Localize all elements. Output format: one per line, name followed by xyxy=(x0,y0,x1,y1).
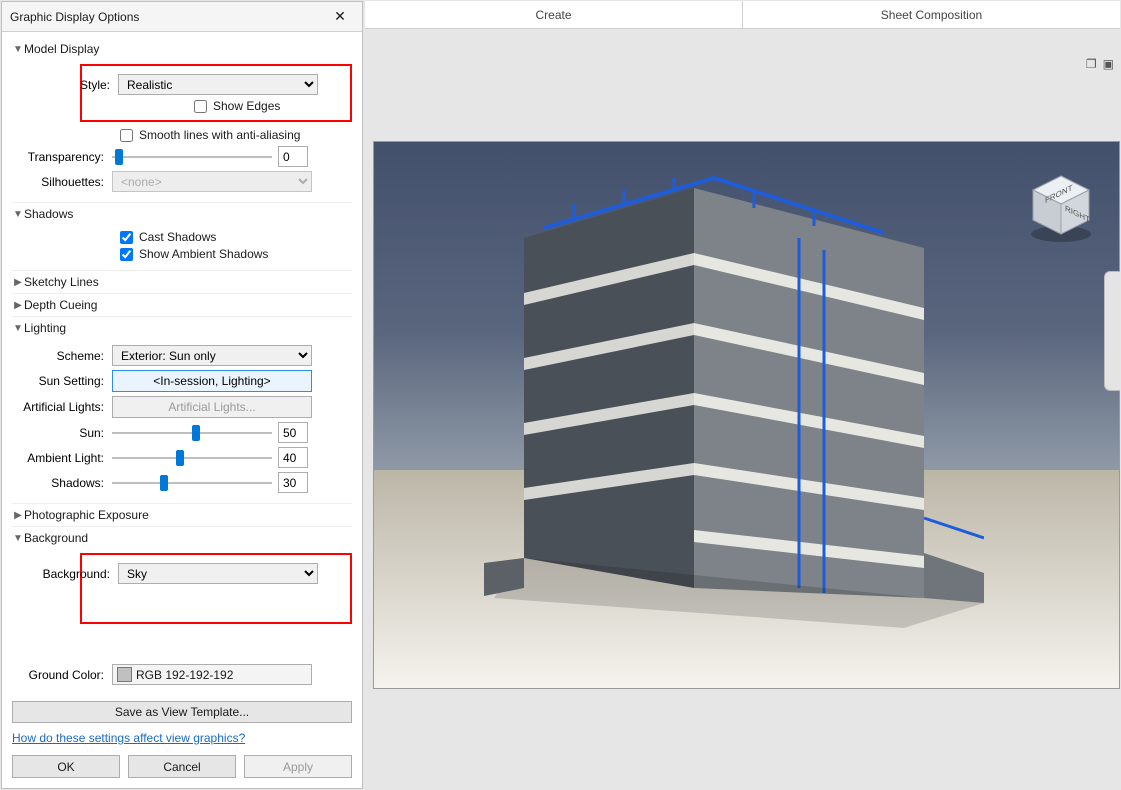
graphic-display-options-dialog: Graphic Display Options ✕ ▼ Model Displa… xyxy=(1,1,363,789)
section-title-background: Background xyxy=(24,531,88,545)
ground-color-swatch-button[interactable]: RGB 192-192-192 xyxy=(112,664,312,685)
shadows-intensity-label: Shadows: xyxy=(12,476,112,490)
section-body-model-display: Style: Realistic Show Edges Smooth lines… xyxy=(12,60,352,202)
chevron-right-icon: ▶ xyxy=(12,300,24,311)
smooth-lines-label: Smooth lines with anti-aliasing xyxy=(139,128,300,142)
section-title-sketchy-lines: Sketchy Lines xyxy=(24,275,99,289)
dialog-body: ▼ Model Display Style: Realistic Show Ed… xyxy=(2,32,362,745)
shadows-intensity-slider[interactable] xyxy=(112,475,272,491)
section-title-lighting: Lighting xyxy=(24,321,66,335)
artificial-lights-label: Artificial Lights: xyxy=(12,400,112,414)
side-toolbar[interactable] xyxy=(1104,271,1120,391)
ground-color-value: RGB 192-192-192 xyxy=(136,668,233,682)
scheme-label: Scheme: xyxy=(12,349,112,363)
dialog-titlebar: Graphic Display Options ✕ xyxy=(2,2,362,32)
section-header-lighting[interactable]: ▼ Lighting xyxy=(12,316,352,339)
ribbon-tabs: Create Sheet Composition xyxy=(365,1,1120,29)
3d-viewport[interactable]: FRONT RIGHT xyxy=(373,141,1120,689)
silhouettes-select: <none> xyxy=(112,171,312,192)
section-body-background: Background: Sky Ground Color: RGB 192-19… xyxy=(12,549,352,695)
section-header-shadows[interactable]: ▼ Shadows xyxy=(12,202,352,225)
tab-create[interactable]: Create xyxy=(365,1,743,28)
section-header-model-display[interactable]: ▼ Model Display xyxy=(12,38,352,60)
transparency-label: Transparency: xyxy=(12,150,112,164)
section-header-photo-exposure[interactable]: ▶ Photographic Exposure xyxy=(12,503,352,526)
chevron-down-icon: ▼ xyxy=(12,209,24,220)
section-body-shadows: Cast Shadows Show Ambient Shadows xyxy=(12,225,352,270)
highlight-background-box: Background: Sky xyxy=(80,553,352,624)
section-title-depth-cueing: Depth Cueing xyxy=(24,298,97,312)
ambient-light-value[interactable] xyxy=(278,447,308,468)
section-header-depth-cueing[interactable]: ▶ Depth Cueing xyxy=(12,293,352,316)
dialog-footer: OK Cancel Apply xyxy=(2,745,362,788)
apply-button: Apply xyxy=(244,755,352,778)
ground-color-swatch-icon xyxy=(117,667,132,682)
section-body-lighting: Scheme: Exterior: Sun only Sun Setting: … xyxy=(12,339,352,503)
shadows-intensity-value[interactable] xyxy=(278,472,308,493)
ambient-light-label: Ambient Light: xyxy=(12,451,112,465)
section-header-background[interactable]: ▼ Background xyxy=(12,526,352,549)
dialog-title: Graphic Display Options xyxy=(10,10,326,24)
tab-sheet-composition[interactable]: Sheet Composition xyxy=(743,1,1120,28)
cascade-icon[interactable]: ▣ xyxy=(1103,57,1114,71)
section-header-sketchy-lines[interactable]: ▶ Sketchy Lines xyxy=(12,270,352,293)
highlight-style-box: Style: Realistic Show Edges xyxy=(80,64,352,122)
building-model xyxy=(484,158,984,628)
section-title-shadows: Shadows xyxy=(24,207,73,221)
style-select[interactable]: Realistic xyxy=(118,74,318,95)
help-link[interactable]: How do these settings affect view graphi… xyxy=(12,731,245,745)
sun-setting-label: Sun Setting: xyxy=(12,374,112,388)
sun-label: Sun: xyxy=(12,426,112,440)
cast-shadows-checkbox[interactable] xyxy=(120,231,133,244)
sun-slider[interactable] xyxy=(112,425,272,441)
ambient-shadows-checkbox[interactable] xyxy=(120,248,133,261)
scheme-select[interactable]: Exterior: Sun only xyxy=(112,345,312,366)
show-edges-checkbox[interactable] xyxy=(194,100,207,113)
section-title-model-display: Model Display xyxy=(24,42,99,56)
background-select[interactable]: Sky xyxy=(118,563,318,584)
close-button[interactable]: ✕ xyxy=(326,6,354,28)
main-content: Create Sheet Composition ❐ ▣ xyxy=(365,1,1120,789)
cast-shadows-label: Cast Shadows xyxy=(139,230,216,244)
save-as-view-template-button[interactable]: Save as View Template... xyxy=(12,701,352,723)
sun-value[interactable] xyxy=(278,422,308,443)
chevron-down-icon: ▼ xyxy=(12,44,24,55)
chevron-right-icon: ▶ xyxy=(12,510,24,521)
artificial-lights-button: Artificial Lights... xyxy=(112,396,312,418)
transparency-value[interactable] xyxy=(278,146,308,167)
background-label: Background: xyxy=(18,567,118,581)
chevron-right-icon: ▶ xyxy=(12,277,24,288)
chevron-down-icon: ▼ xyxy=(12,533,24,544)
ambient-light-slider[interactable] xyxy=(112,450,272,466)
smooth-lines-checkbox[interactable] xyxy=(120,129,133,142)
style-label: Style: xyxy=(18,78,118,92)
cancel-button[interactable]: Cancel xyxy=(128,755,236,778)
window-controls: ❐ ▣ xyxy=(1086,57,1114,71)
viewcube[interactable]: FRONT RIGHT xyxy=(1023,170,1099,246)
silhouettes-label: Silhouettes: xyxy=(12,175,112,189)
chevron-down-icon: ▼ xyxy=(12,323,24,334)
restore-icon[interactable]: ❐ xyxy=(1086,57,1097,71)
section-title-photo-exposure: Photographic Exposure xyxy=(24,508,149,522)
ground-color-label: Ground Color: xyxy=(12,668,112,682)
show-edges-label: Show Edges xyxy=(213,99,280,113)
ok-button[interactable]: OK xyxy=(12,755,120,778)
transparency-slider[interactable] xyxy=(112,149,272,165)
ambient-shadows-label: Show Ambient Shadows xyxy=(139,247,268,261)
sun-setting-button[interactable]: <In-session, Lighting> xyxy=(112,370,312,392)
